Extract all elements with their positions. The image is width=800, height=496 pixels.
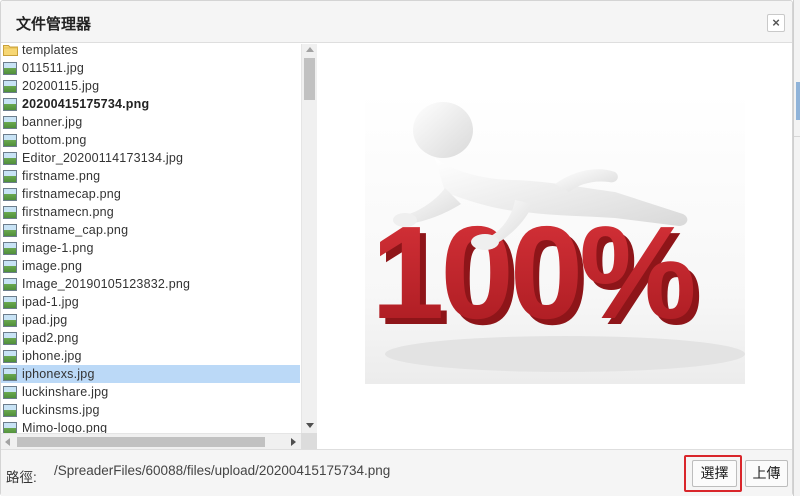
file-name: firstname_cap.png — [22, 223, 129, 237]
path-value: /SpreaderFiles/60088/files/upload/202004… — [54, 463, 391, 478]
scroll-up-arrow-icon[interactable] — [306, 47, 314, 52]
file-name: luckinsms.jpg — [22, 403, 100, 417]
file-item[interactable]: iphonexs.jpg — [1, 365, 300, 383]
image-file-icon — [3, 385, 17, 399]
image-file-icon — [3, 169, 17, 183]
file-name: firstnamecap.png — [22, 187, 122, 201]
file-item[interactable]: bottom.png — [1, 131, 300, 149]
file-name: iphonexs.jpg — [22, 367, 95, 381]
image-file-icon — [3, 151, 17, 165]
file-item[interactable]: Mimo-logo.png — [1, 419, 300, 433]
scrollbar-corner — [301, 433, 317, 449]
file-item[interactable]: firstnamecn.png — [1, 203, 300, 221]
select-button[interactable]: 選擇 — [692, 460, 737, 487]
preview-image: 100% 100% — [365, 92, 745, 384]
image-file-icon — [3, 205, 17, 219]
scroll-down-arrow-icon[interactable] — [306, 423, 314, 428]
image-file-icon — [3, 331, 17, 345]
file-name: image.png — [22, 259, 83, 273]
upload-button[interactable]: 上傳 — [745, 460, 788, 487]
file-item[interactable]: ipad2.png — [1, 329, 300, 347]
image-file-icon — [3, 133, 17, 147]
file-item[interactable]: firstnamecap.png — [1, 185, 300, 203]
image-preview-pane: 100% 100% — [317, 44, 792, 449]
file-item[interactable]: Editor_20200114173134.jpg — [1, 149, 300, 167]
image-file-icon — [3, 403, 17, 417]
file-item[interactable]: firstname.png — [1, 167, 300, 185]
file-item[interactable]: 20200115.jpg — [1, 77, 300, 95]
file-name: luckinshare.jpg — [22, 385, 109, 399]
file-name: ipad.jpg — [22, 313, 68, 327]
image-file-icon — [3, 295, 17, 309]
image-file-icon — [3, 61, 17, 75]
file-name: 20200115.jpg — [22, 79, 100, 93]
file-name: banner.jpg — [22, 115, 83, 129]
image-file-icon — [3, 349, 17, 363]
file-name: ipad2.png — [22, 331, 79, 345]
file-manager-dialog: 文件管理器 × templates 011511.jpg 20200115.jpg 2… — [0, 0, 793, 496]
file-item[interactable]: image.png — [1, 257, 300, 275]
folder-item[interactable]: templates — [1, 44, 300, 59]
file-item[interactable]: luckinshare.jpg — [1, 383, 300, 401]
file-item[interactable]: ipad.jpg — [1, 311, 300, 329]
file-name: Mimo-logo.png — [22, 421, 108, 433]
file-name: bottom.png — [22, 133, 87, 147]
background-divider — [794, 136, 800, 137]
file-item[interactable]: iphone.jpg — [1, 347, 300, 365]
vertical-scroll-thumb[interactable] — [304, 58, 315, 100]
scroll-right-arrow-icon[interactable] — [291, 438, 296, 446]
horizontal-scrollbar[interactable] — [1, 433, 301, 449]
image-file-icon — [3, 187, 17, 201]
file-name: firstnamecn.png — [22, 205, 114, 219]
image-file-icon — [3, 79, 17, 93]
image-file-icon — [3, 277, 17, 291]
file-name: image-1.png — [22, 241, 94, 255]
dialog-footer: 路徑: /SpreaderFiles/60088/files/upload/20… — [1, 449, 792, 496]
file-item[interactable]: banner.jpg — [1, 113, 300, 131]
file-name: iphone.jpg — [22, 349, 82, 363]
file-item[interactable]: firstname_cap.png — [1, 221, 300, 239]
image-file-icon — [3, 115, 17, 129]
file-item[interactable]: image-1.png — [1, 239, 300, 257]
horizontal-scroll-thumb[interactable] — [17, 437, 265, 447]
file-item[interactable]: Image_20190105123832.png — [1, 275, 300, 293]
folder-icon — [3, 44, 18, 57]
file-name: templates — [22, 44, 78, 57]
file-item[interactable]: luckinsms.jpg — [1, 401, 300, 419]
image-file-icon — [3, 421, 17, 433]
image-file-icon — [3, 97, 17, 111]
file-name: 011511.jpg — [22, 61, 85, 75]
background-accent — [796, 82, 800, 120]
dialog-titlebar: 文件管理器 × — [1, 1, 792, 43]
file-name: Image_20190105123832.png — [22, 277, 191, 291]
background-page-edge — [793, 0, 800, 496]
close-button[interactable]: × — [767, 14, 785, 32]
scroll-left-arrow-icon[interactable] — [5, 438, 10, 446]
file-list[interactable]: templates 011511.jpg 20200115.jpg 202004151… — [1, 44, 301, 433]
image-file-icon — [3, 367, 17, 381]
vertical-scrollbar[interactable] — [301, 44, 317, 433]
image-file-icon — [3, 313, 17, 327]
file-name: ipad-1.jpg — [22, 295, 79, 309]
dialog-title: 文件管理器 — [16, 16, 92, 33]
file-name: firstname.png — [22, 169, 101, 183]
image-file-icon — [3, 259, 17, 273]
image-file-icon — [3, 241, 17, 255]
file-item[interactable]: 20200415175734.png — [1, 95, 300, 113]
path-label: 路徑: — [6, 470, 37, 485]
file-item[interactable]: ipad-1.jpg — [1, 293, 300, 311]
image-file-icon — [3, 223, 17, 237]
file-name: Editor_20200114173134.jpg — [22, 151, 184, 165]
file-name: 20200415175734.png — [22, 97, 150, 111]
file-item[interactable]: 011511.jpg — [1, 59, 300, 77]
